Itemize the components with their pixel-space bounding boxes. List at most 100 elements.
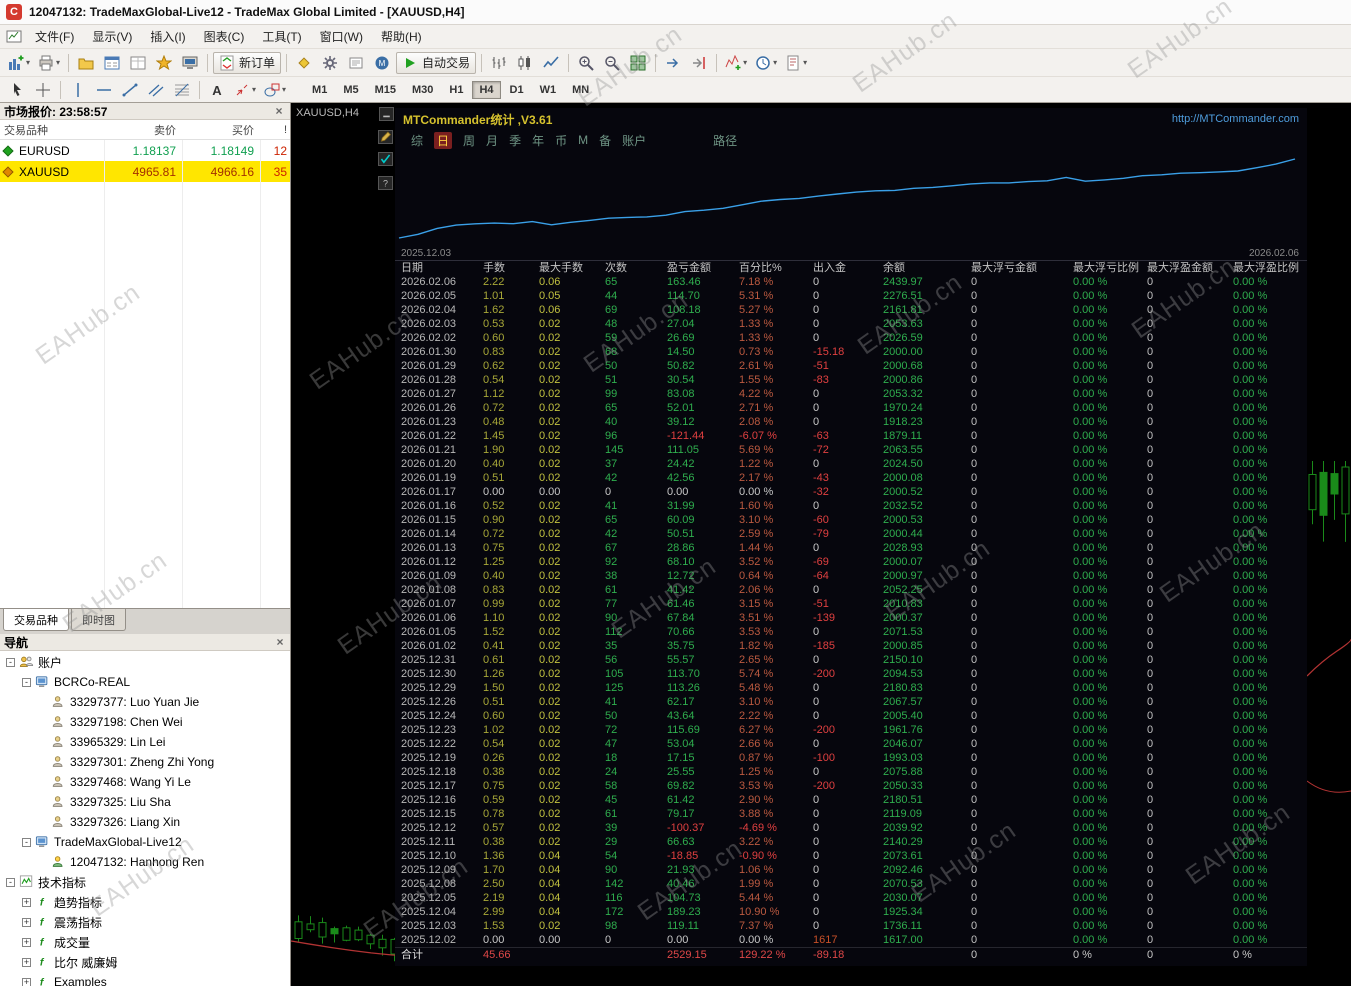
table-row[interactable]: 2025.12.09 1.70 0.04 90 21.93 1.06 % 0 2092.46 0… — [395, 863, 1307, 877]
table-row[interactable]: 2025.12.16 0.59 0.02 45 61.42 2.90 % 0 2180.51 0… — [395, 793, 1307, 807]
panel-check-button[interactable] — [378, 152, 393, 166]
bars-button[interactable] — [487, 52, 511, 74]
tree-item-趋势指标[interactable]: + f 趋势指标 — [0, 892, 290, 912]
tree-item-12047132-hanhong-ren[interactable]: 12047132: Hanhong Ren — [0, 852, 290, 872]
trendline-button[interactable] — [118, 79, 142, 101]
tree-item-账户[interactable]: - 账户 — [0, 652, 290, 672]
tree-item-震荡指标[interactable]: + f 震荡指标 — [0, 912, 290, 932]
table-row[interactable]: 2025.12.26 0.51 0.02 41 62.17 3.10 % 0 2067.57 0… — [395, 695, 1307, 709]
tree-item-bcrco-real[interactable]: - BCRCo-REAL — [0, 672, 290, 692]
tab-currency[interactable]: 币 — [555, 132, 567, 149]
table-row[interactable]: 2025.12.24 0.60 0.02 50 43.64 2.22 % 0 2005.40 0… — [395, 709, 1307, 723]
tab-m[interactable]: M — [578, 133, 588, 147]
terminal-button[interactable] — [178, 52, 202, 74]
table-row[interactable]: 2026.01.17 0.00 0.00 0 0.00 0.00 % -32 2000.52 0… — [395, 485, 1307, 499]
timeframe-w1[interactable]: W1 — [533, 81, 564, 99]
tab-tick-chart[interactable]: 即时图 — [71, 609, 126, 631]
tab-daily[interactable]: 日 — [434, 131, 453, 149]
print-button[interactable]: ▾ — [35, 52, 63, 74]
table-row[interactable]: 2025.12.23 1.02 0.02 72 115.69 6.27 % -200 1961… — [395, 723, 1307, 737]
mql5-button[interactable]: M — [370, 52, 394, 74]
tab-path[interactable]: 路径 — [713, 132, 737, 149]
table-row[interactable]: 2025.12.10 1.36 0.04 54 -18.85 -0.90 % 0 2073.6… — [395, 849, 1307, 863]
tree-item-比尔-威廉姆[interactable]: + f 比尔 威廉姆 — [0, 952, 290, 972]
table-row[interactable]: 2025.12.02 0.00 0.00 0 0.00 0.00 % 1617 1617.00… — [395, 933, 1307, 947]
table-row[interactable]: 2025.12.05 2.19 0.04 116 104.73 5.44 % 0 2030.0… — [395, 891, 1307, 905]
line-chart-button[interactable] — [539, 52, 563, 74]
shapes-button[interactable]: ▾ — [261, 79, 289, 101]
expand-icon[interactable]: + — [22, 897, 31, 907]
tree-item-examples[interactable]: + f Examples — [0, 972, 290, 986]
menu-file[interactable]: 文件(F) — [26, 25, 83, 48]
table-row[interactable]: 2026.01.16 0.52 0.02 41 31.99 1.60 % 0 2032.52 0… — [395, 499, 1307, 513]
timeframe-h1[interactable]: H1 — [442, 81, 470, 99]
table-row[interactable]: 2026.01.13 0.75 0.02 67 28.86 1.44 % 0 2028.93 0… — [395, 541, 1307, 555]
table-row[interactable]: 2025.12.08 2.50 0.04 142 40.46 1.99 % 0 2070.53… — [395, 877, 1307, 891]
table-row[interactable]: 2026.01.12 1.25 0.02 92 68.10 3.52 % -69 2000.0… — [395, 555, 1307, 569]
table-row[interactable]: 2026.01.09 0.40 0.02 38 12.72 0.64 % -64 2000.9… — [395, 569, 1307, 583]
tree-item-33297468-wang-yi-le[interactable]: 33297468: Wang Yi Le — [0, 772, 290, 792]
table-row[interactable]: 2025.12.30 1.26 0.02 105 113.70 5.74 % -200 209… — [395, 667, 1307, 681]
expand-icon[interactable]: + — [22, 977, 31, 986]
table-row[interactable]: 2025.12.17 0.75 0.02 58 69.82 3.53 % -200 2050.… — [395, 779, 1307, 793]
collapse-icon[interactable]: - — [6, 657, 15, 667]
timeframe-mn[interactable]: MN — [565, 81, 596, 99]
metaeditor-button[interactable] — [292, 52, 316, 74]
tab-quarterly[interactable]: 季 — [509, 132, 521, 149]
table-row[interactable]: 2026.01.15 0.90 0.02 65 60.09 3.10 % -60 2000.5… — [395, 513, 1307, 527]
table-row[interactable]: 2025.12.22 0.54 0.02 47 53.04 2.66 % 0 2046.07 0… — [395, 737, 1307, 751]
menu-tools[interactable]: 工具(T) — [253, 25, 310, 48]
tab-summary[interactable]: 综 — [411, 132, 423, 149]
timeframe-m1[interactable]: M1 — [305, 81, 334, 99]
tab-notes[interactable]: 备 — [599, 132, 611, 149]
menu-charts[interactable]: 图表(C) — [195, 25, 254, 48]
table-row[interactable]: 2025.12.15 0.78 0.02 61 79.17 3.88 % 0 2119.09 0… — [395, 807, 1307, 821]
tile-windows-button[interactable] — [626, 52, 650, 74]
tab-symbols[interactable]: 交易品种 — [3, 609, 69, 631]
table-row[interactable]: 2025.12.11 0.38 0.02 29 66.63 3.22 % 0 2140.29 0… — [395, 835, 1307, 849]
tab-yearly[interactable]: 年 — [532, 132, 544, 149]
arrows-button[interactable]: ▾ — [231, 79, 259, 101]
timeframe-d1[interactable]: D1 — [503, 81, 531, 99]
tree-item-成交量[interactable]: + f 成交量 — [0, 932, 290, 952]
crosshair-button[interactable] — [31, 79, 55, 101]
collapse-icon[interactable]: - — [6, 877, 15, 887]
column-symbol[interactable]: 交易品种 — [0, 122, 104, 138]
table-row[interactable]: 2026.01.26 0.72 0.02 65 52.01 2.71 % 0 1970.24 0… — [395, 401, 1307, 415]
options-button[interactable] — [318, 52, 342, 74]
table-row[interactable]: 2026.02.04 1.62 0.06 69 108.18 5.27 % 0 2161.81… — [395, 303, 1307, 317]
table-row[interactable]: 2026.01.05 1.52 0.02 112 70.66 3.53 % 0 2071.53… — [395, 625, 1307, 639]
mtcommander-url[interactable]: http://MTCommander.com — [1172, 113, 1299, 125]
timeframe-m15[interactable]: M15 — [368, 81, 403, 99]
zoom-in-button[interactable] — [574, 52, 598, 74]
chart-minimize-button[interactable] — [379, 107, 394, 121]
data-window-button[interactable] — [126, 52, 150, 74]
tree-item-33297326-liang-xin[interactable]: 33297326: Liang Xin — [0, 812, 290, 832]
zoom-out-button[interactable] — [600, 52, 624, 74]
table-row[interactable]: 2026.01.21 1.90 0.02 145 111.05 5.69 % -72 2063… — [395, 443, 1307, 457]
table-row[interactable]: 2026.01.14 0.72 0.02 42 50.51 2.59 % -79 2000.4… — [395, 527, 1307, 541]
tab-accounts[interactable]: 账户 — [622, 132, 646, 149]
table-row[interactable]: 2025.12.29 1.50 0.02 125 113.26 5.48 % 0 2180.8… — [395, 681, 1307, 695]
navigator-button[interactable] — [152, 52, 176, 74]
column-alert[interactable]: ! — [260, 124, 290, 136]
table-row[interactable]: 2026.02.03 0.53 0.02 48 27.04 1.33 % 0 2053.63 0… — [395, 317, 1307, 331]
close-icon[interactable]: × — [272, 104, 286, 118]
table-row[interactable]: 2026.01.29 0.62 0.02 50 50.82 2.61 % -51 2000.6… — [395, 359, 1307, 373]
new-chart-button[interactable]: ▾ — [5, 52, 33, 74]
table-row[interactable]: 2026.01.06 1.10 0.02 90 67.84 3.51 % -139 2000.… — [395, 611, 1307, 625]
channel-button[interactable] — [144, 79, 168, 101]
table-row[interactable]: 2026.01.08 0.83 0.02 61 41.42 2.06 % 0 2052.25 0… — [395, 583, 1307, 597]
table-row[interactable]: 2026.01.20 0.40 0.02 37 24.42 1.22 % 0 2024.50 0… — [395, 457, 1307, 471]
fibonacci-button[interactable] — [170, 79, 194, 101]
symbol-row-xauusd[interactable]: XAUUSD 4965.81 4966.16 35 — [0, 161, 290, 182]
table-row[interactable]: 2025.12.04 2.99 0.04 172 189.23 10.90 % 0 1925.… — [395, 905, 1307, 919]
tree-item-33965329-lin-lei[interactable]: 33965329: Lin Lei — [0, 732, 290, 752]
tab-weekly[interactable]: 周 — [463, 132, 475, 149]
timeframe-m5[interactable]: M5 — [336, 81, 365, 99]
table-row[interactable]: 2026.01.30 0.83 0.02 68 14.50 0.73 % -15.18 200… — [395, 345, 1307, 359]
table-row[interactable]: 2026.01.22 1.45 0.02 96 -121.44 -6.07 % -63 187… — [395, 429, 1307, 443]
table-row[interactable]: 2026.01.27 1.12 0.02 99 83.08 4.22 % 0 2053.32 0… — [395, 387, 1307, 401]
menu-help[interactable]: 帮助(H) — [372, 25, 431, 48]
timeframe-m30[interactable]: M30 — [405, 81, 440, 99]
